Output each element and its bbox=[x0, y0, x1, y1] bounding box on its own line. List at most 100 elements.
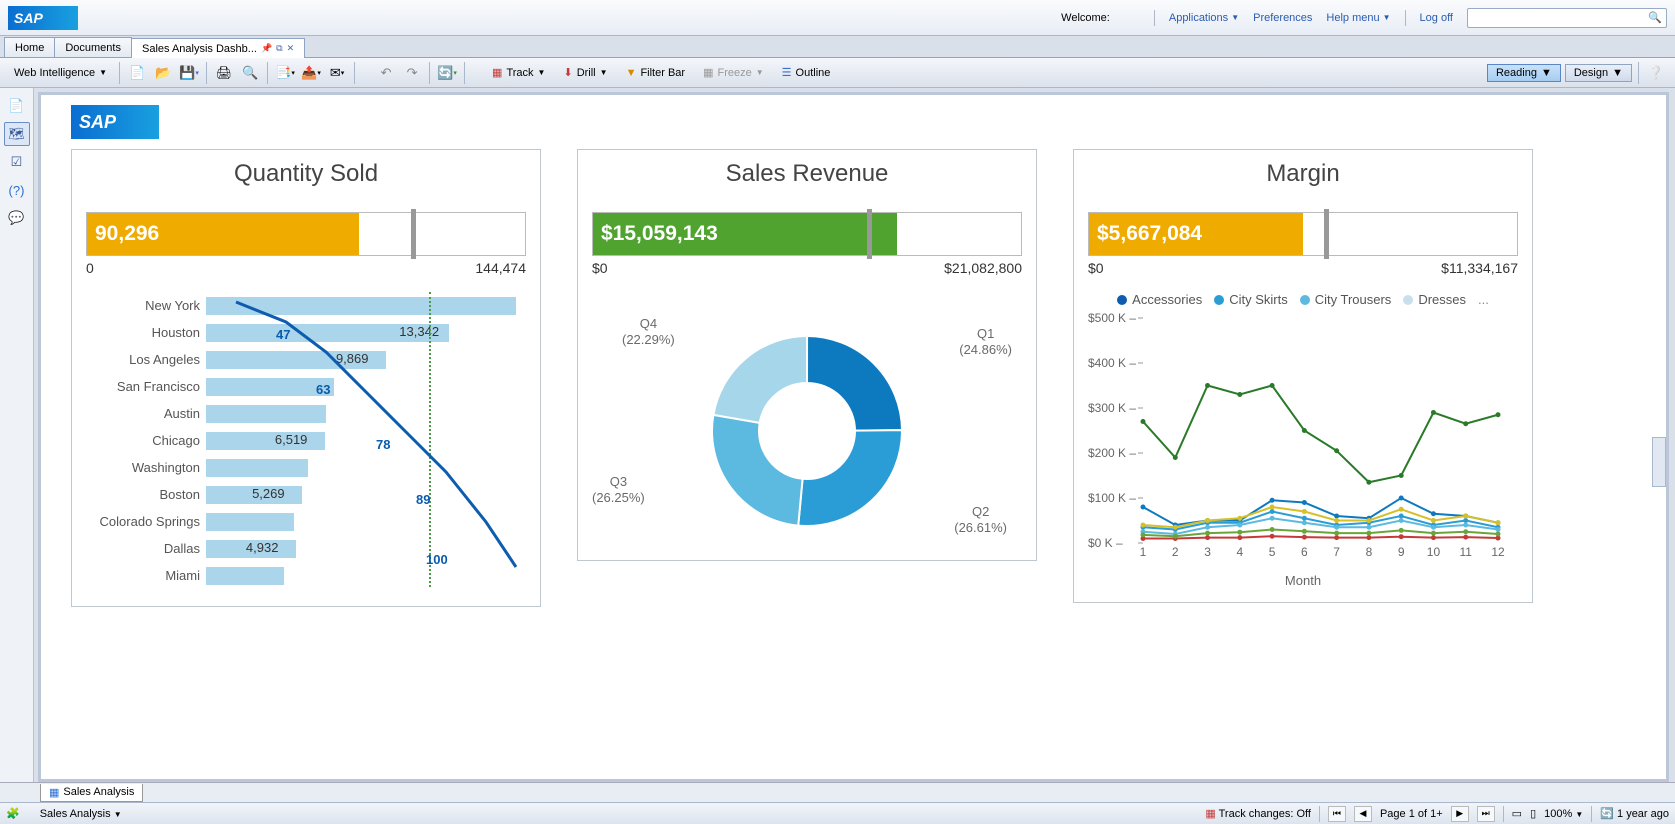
drill-button[interactable]: ⬇Drill▼ bbox=[556, 62, 614, 84]
page-indicator: Page 1 of 1+ bbox=[1380, 808, 1443, 820]
sheet-icon: ▦ bbox=[49, 786, 59, 799]
freeze-button[interactable]: ▦Freeze▼ bbox=[696, 62, 771, 84]
donut-chart: Q1(24.86%) Q2(26.61%) Q3(26.25%) Q4(22.2… bbox=[592, 316, 1022, 546]
welcome-label: Welcome: bbox=[1061, 12, 1140, 24]
bullet-target-marker bbox=[1324, 209, 1329, 259]
fit-page-icon[interactable]: ▯ bbox=[1530, 807, 1536, 820]
bar-category-label: Miami bbox=[86, 568, 206, 583]
bar-category-label: Los Angeles bbox=[86, 352, 206, 367]
scroll-canvas-right[interactable] bbox=[1652, 437, 1666, 487]
scale-min: 0 bbox=[86, 260, 94, 276]
bullet-target-marker bbox=[867, 209, 872, 259]
bar-category-label: Dallas bbox=[86, 541, 206, 556]
reading-mode-button[interactable]: Reading▼ bbox=[1487, 64, 1561, 82]
bar-row: San Francisco bbox=[86, 373, 526, 400]
scale-max: $11,334,167 bbox=[1441, 260, 1518, 276]
panel-quantity-sold: Quantity Sold 90,296 0 144,474 New York … bbox=[71, 149, 541, 607]
slice-label-q4: Q4(22.29%) bbox=[622, 316, 675, 349]
refresh-age[interactable]: 🔄 1 year ago bbox=[1600, 807, 1669, 820]
popout-icon[interactable]: ⧉ bbox=[276, 43, 282, 54]
open-button[interactable]: 📂 bbox=[152, 62, 174, 84]
slice-label-q2: Q2(26.61%) bbox=[954, 504, 1007, 537]
bar-row: New York bbox=[86, 292, 526, 319]
panel-margin: Margin $5,667,084 $0 $11,334,167 Accesso… bbox=[1073, 149, 1533, 603]
bullet-value: $5,667,084 bbox=[1089, 213, 1303, 255]
bar-category-label: Colorado Springs bbox=[86, 514, 206, 529]
sheet-tab-sales-analysis[interactable]: ▦Sales Analysis bbox=[40, 784, 143, 802]
side-comments-icon[interactable]: 💬 bbox=[4, 206, 30, 230]
panel-title: Margin bbox=[1088, 160, 1518, 188]
new-doc-button[interactable]: 📄 bbox=[126, 62, 148, 84]
scale-min: $0 bbox=[1088, 260, 1104, 276]
redo-button[interactable]: ↷ bbox=[401, 62, 423, 84]
legend-item: Dresses bbox=[1403, 292, 1466, 307]
track-button[interactable]: ▦Track▼ bbox=[485, 62, 552, 84]
bar-category-label: Austin bbox=[86, 406, 206, 421]
bar-category-label: Houston bbox=[86, 325, 206, 340]
print-button[interactable]: 🖨 bbox=[213, 62, 235, 84]
tab-sales-analysis[interactable]: Sales Analysis Dashb... 📌 ⧉ ✕ bbox=[131, 38, 305, 58]
bar-category-label: New York bbox=[86, 298, 206, 313]
bullet-target-marker bbox=[411, 209, 416, 259]
zoom-level[interactable]: 100% ▼ bbox=[1544, 808, 1583, 820]
search-icon: 🔍 bbox=[1648, 11, 1662, 24]
bar-row: Los Angeles 9,869 bbox=[86, 346, 526, 373]
side-controls-icon[interactable]: ☑ bbox=[4, 150, 30, 174]
bar-row: Boston 5,269 bbox=[86, 481, 526, 508]
bar-row: Washington bbox=[86, 454, 526, 481]
bar-row: Houston 13,342 bbox=[86, 319, 526, 346]
panel-sales-revenue: Sales Revenue $15,059,143 $0 $21,082,800… bbox=[577, 149, 1037, 561]
close-icon[interactable]: ✕ bbox=[287, 43, 295, 54]
prev-page-button[interactable]: ◀ bbox=[1354, 806, 1372, 822]
global-search[interactable]: 🔍 bbox=[1467, 8, 1667, 28]
pin-icon[interactable]: 📌 bbox=[261, 43, 272, 54]
legend-item: City Trousers bbox=[1300, 292, 1392, 307]
scale-min: $0 bbox=[592, 260, 608, 276]
legend-item: Accessories bbox=[1117, 292, 1202, 307]
side-document-icon[interactable]: 📄 bbox=[4, 94, 30, 118]
design-mode-button[interactable]: Design▼ bbox=[1565, 64, 1632, 82]
side-navigation-icon[interactable]: 🗺 bbox=[4, 122, 30, 146]
undo-button[interactable]: ↶ bbox=[375, 62, 397, 84]
fit-width-icon[interactable]: ▭ bbox=[1512, 807, 1522, 820]
mail-button[interactable]: ✉▾ bbox=[326, 62, 348, 84]
last-page-button[interactable]: ⏭ bbox=[1477, 806, 1495, 822]
bar-chart: New York Houston 13,342 Los Angeles 9,86… bbox=[86, 292, 526, 592]
side-help-icon[interactable]: (?) bbox=[4, 178, 30, 202]
bar-category-label: Boston bbox=[86, 487, 206, 502]
refresh-button[interactable]: 🔄▾ bbox=[436, 62, 458, 84]
addon-icon[interactable]: 🧩 bbox=[6, 807, 20, 820]
track-changes-status[interactable]: ▦ Track changes: Off bbox=[1205, 807, 1311, 820]
scale-max: $21,082,800 bbox=[944, 260, 1022, 276]
panel-title: Quantity Sold bbox=[86, 160, 526, 188]
history-button[interactable]: 📑▾ bbox=[274, 62, 296, 84]
status-analysis-menu[interactable]: Sales Analysis ▼ bbox=[40, 808, 122, 820]
bar-category-label: Washington bbox=[86, 460, 206, 475]
outline-button[interactable]: ☰Outline bbox=[775, 62, 838, 84]
first-page-button[interactable]: ⏮ bbox=[1328, 806, 1346, 822]
bullet-chart: $15,059,143 bbox=[592, 212, 1022, 256]
tab-home[interactable]: Home bbox=[4, 37, 55, 57]
help-button[interactable]: ❔ bbox=[1645, 62, 1667, 84]
separator bbox=[1405, 10, 1406, 26]
tab-documents[interactable]: Documents bbox=[54, 37, 132, 57]
x-axis-label: Month bbox=[1088, 573, 1518, 588]
bullet-chart: 90,296 bbox=[86, 212, 526, 256]
slice-label-q1: Q1(24.86%) bbox=[959, 326, 1012, 359]
line-chart: $0 K –$100 K –$200 K –$300 K –$400 K –$5… bbox=[1088, 313, 1508, 573]
bullet-value: $15,059,143 bbox=[593, 213, 897, 255]
sap-logo-large: SAP bbox=[71, 105, 159, 139]
logoff-link[interactable]: Log off bbox=[1420, 12, 1453, 24]
help-menu[interactable]: Help menu▼ bbox=[1326, 12, 1390, 24]
bar-row: Chicago 6,519 bbox=[86, 427, 526, 454]
filter-bar-button[interactable]: ▼Filter Bar bbox=[619, 62, 693, 84]
find-button[interactable]: 🔍 bbox=[239, 62, 261, 84]
bar-row: Miami bbox=[86, 562, 526, 589]
preferences-link[interactable]: Preferences bbox=[1253, 12, 1312, 24]
next-page-button[interactable]: ▶ bbox=[1451, 806, 1469, 822]
bullet-chart: $5,667,084 bbox=[1088, 212, 1518, 256]
app-label[interactable]: Web Intelligence▼ bbox=[8, 67, 113, 79]
applications-menu[interactable]: Applications▼ bbox=[1169, 12, 1239, 24]
export-button[interactable]: 📤▾ bbox=[300, 62, 322, 84]
save-button[interactable]: 💾▾ bbox=[178, 62, 200, 84]
